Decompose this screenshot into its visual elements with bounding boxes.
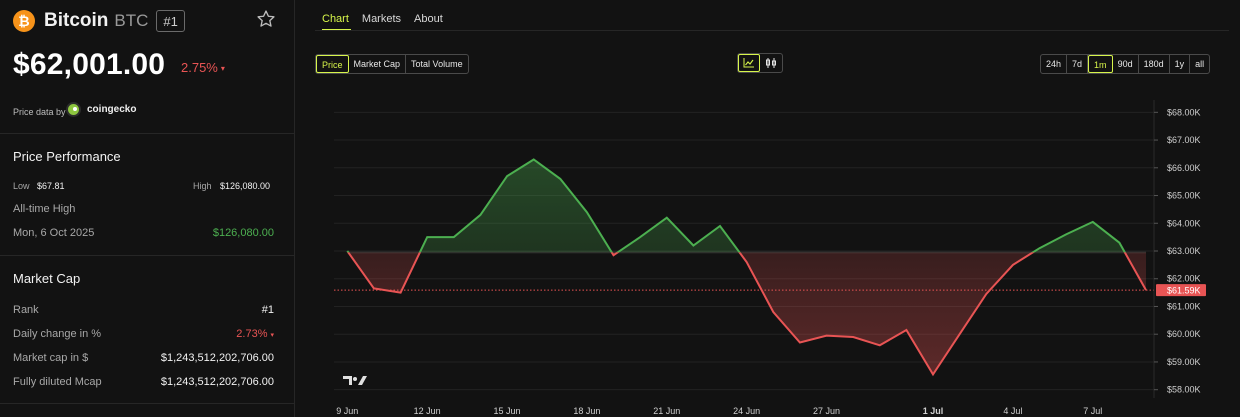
y-tick-label: $66.00K [1167, 163, 1201, 173]
tab-chart[interactable]: Chart [322, 13, 349, 25]
divider [0, 255, 295, 256]
price-metric-button[interactable]: Price [316, 55, 349, 73]
coingecko-link[interactable]: coingecko [87, 104, 136, 115]
x-tick-label: 21 Jun [653, 406, 680, 416]
market-cap-title: Market Cap [13, 271, 81, 286]
x-tick-label: 9 Jun [336, 406, 358, 416]
total-volume-metric-button[interactable]: Total Volume [406, 55, 468, 73]
high-value: $126,080.00 [220, 181, 271, 191]
low-value: $67.81 [37, 181, 65, 191]
rank-label: Rank [13, 304, 39, 316]
range-button-90d[interactable]: 90d [1113, 55, 1139, 73]
chart-type-toggle [737, 53, 783, 73]
range-button-1m[interactable]: 1m [1088, 55, 1113, 73]
coingecko-logo-icon[interactable] [66, 102, 81, 117]
favorite-star-icon[interactable] [256, 9, 276, 29]
low-label: Low [13, 181, 30, 191]
price-line-up [346, 158, 1126, 253]
price-data-label: Price data by [13, 107, 66, 117]
fdv-label: Fully diluted Mcap [13, 376, 102, 388]
x-tick-label: 18 Jun [573, 406, 600, 416]
x-tick-label: 7 Jul [1083, 406, 1102, 416]
down-arrow-icon: ▾ [270, 332, 274, 339]
x-tick-label: 1 Jul [923, 406, 944, 416]
price-line-down [347, 252, 1147, 377]
x-tick-label: 12 Jun [414, 406, 441, 416]
tradingview-logo-icon [343, 376, 367, 385]
x-tick-label: 15 Jun [494, 406, 521, 416]
y-tick-label: $58.00K [1167, 385, 1201, 395]
candlestick-icon[interactable] [760, 54, 782, 72]
line-chart-icon[interactable] [738, 54, 760, 72]
tab-markets[interactable]: Markets [362, 13, 401, 25]
ath-label: All-time High [13, 203, 76, 215]
price-chart[interactable]: $58.00K $59.00K $60.00K $61.00K $62.00K $63.0… [334, 100, 1214, 417]
y-tick-label: $59.00K [1167, 357, 1201, 367]
current-price: $62,001.00 [13, 48, 166, 81]
area-above-baseline [347, 159, 1125, 253]
y-tick-label: $62.00K [1167, 274, 1201, 284]
x-tick-label: 27 Jun [813, 406, 840, 416]
metric-toggle: Price Market Cap Total Volume [315, 54, 469, 74]
market-cap-value: $1,243,512,202,706.00 [160, 352, 274, 364]
coin-symbol: BTC [114, 11, 149, 30]
bitcoin-logo-icon: ₿ [13, 10, 35, 32]
coin-header: ₿ Bitcoin BTC #1 [13, 9, 185, 33]
range-button-all[interactable]: all [1190, 55, 1209, 73]
tab-about[interactable]: About [414, 13, 443, 25]
daily-change-label: Daily change in % [13, 328, 102, 340]
current-price-label: $61.59K [1167, 286, 1201, 296]
y-tick-label: $64.00K [1167, 218, 1201, 228]
price-performance-title: Price Performance [13, 149, 121, 164]
tabs-divider [315, 30, 1229, 31]
coin-name: Bitcoin [44, 10, 109, 31]
range-button-7d[interactable]: 7d [1067, 55, 1089, 73]
fdv-value: $1,243,512,202,706.00 [160, 376, 274, 388]
market-cap-label: Market cap in $ [13, 352, 89, 364]
time-range-toggle: 24h 7d 1m 90d 180d 1y all [1040, 54, 1211, 74]
y-tick-label: $68.00K [1167, 107, 1201, 117]
divider [0, 403, 295, 404]
ath-date: Mon, 6 Oct 2025 [13, 227, 95, 239]
down-arrow-icon: ▾ [220, 64, 225, 73]
rank-badge: #1 [156, 10, 185, 32]
coin-info-panel: ₿ Bitcoin BTC #1 $62,001.00 2.75% ▾ Price… [0, 0, 295, 417]
y-tick-label: $63.00K [1167, 246, 1201, 256]
y-tick-label: $61.00K [1167, 301, 1201, 311]
tab-bar: Chart Markets About [322, 13, 443, 25]
range-button-1y[interactable]: 1y [1170, 55, 1191, 73]
daily-change-value: 2.73% ▾ [236, 328, 274, 340]
price-change-value: 2.75% [181, 60, 218, 75]
divider [0, 133, 295, 134]
range-button-180d[interactable]: 180d [1139, 55, 1170, 73]
y-tick-label: $67.00K [1167, 135, 1201, 145]
ath-value: $126,080.00 [212, 227, 274, 239]
market-cap-metric-button[interactable]: Market Cap [349, 55, 407, 73]
high-label: High [193, 181, 212, 191]
daily-change-number: 2.73% [236, 328, 268, 340]
x-tick-label: 24 Jun [733, 406, 760, 416]
x-tick-label: 4 Jul [1003, 406, 1022, 416]
price-change: 2.75% ▾ [181, 60, 225, 75]
rank-value: #1 [261, 304, 274, 316]
y-tick-label: $65.00K [1167, 191, 1201, 201]
range-button-24h[interactable]: 24h [1041, 55, 1068, 73]
y-tick-label: $60.00K [1167, 329, 1201, 339]
area-below-baseline [347, 252, 1146, 375]
